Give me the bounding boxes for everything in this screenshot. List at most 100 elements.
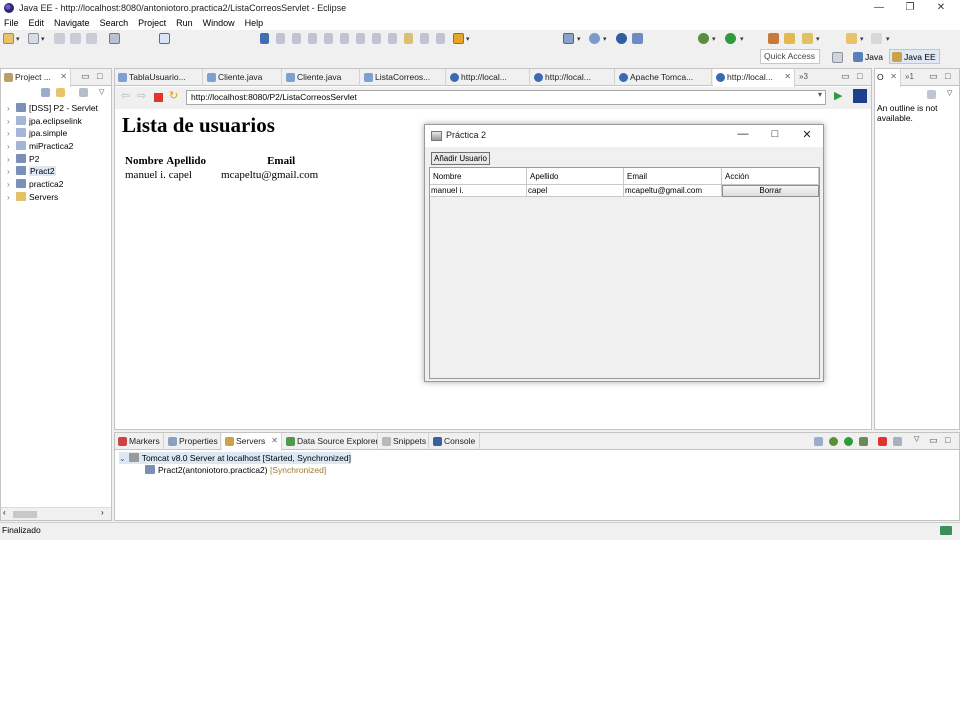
close-icon[interactable]: ✕ xyxy=(784,69,791,85)
view-menu-icon[interactable]: ▽ xyxy=(99,88,104,96)
profile-server-icon[interactable] xyxy=(859,437,868,446)
browser-back-icon[interactable]: ⇦ xyxy=(121,89,130,102)
tab-outline[interactable]: O ✕ xyxy=(875,69,901,87)
jtable-header-nombre[interactable]: Nombre xyxy=(430,168,527,185)
debug-dropdown-icon[interactable]: ▾ xyxy=(712,35,716,43)
tree-item-jpa-simple[interactable]: › jpa.simple xyxy=(7,127,67,139)
start-debug-server-icon[interactable] xyxy=(829,437,838,446)
restore-button[interactable]: ❐ xyxy=(895,0,925,16)
view-menu-icon[interactable]: ▽ xyxy=(947,89,952,97)
tree-item-pract2[interactable]: › Pract2 xyxy=(7,165,56,177)
step-into-icon[interactable] xyxy=(340,33,349,44)
chevron-right-icon[interactable]: › xyxy=(7,166,16,178)
tab-properties[interactable]: Properties xyxy=(165,433,221,450)
jtable-header-email[interactable]: Email xyxy=(624,168,722,185)
suspend-icon[interactable] xyxy=(292,33,301,44)
close-window-button[interactable]: ✕ xyxy=(926,0,956,16)
perspective-java-ee[interactable]: Java EE xyxy=(889,49,940,64)
forward-dropdown-icon[interactable]: ▾ xyxy=(886,35,890,43)
resume-icon[interactable] xyxy=(276,33,285,44)
terminate-icon[interactable] xyxy=(308,33,317,44)
maximize-view-icon[interactable]: □ xyxy=(945,69,950,84)
collapse-all-icon[interactable] xyxy=(814,437,823,446)
tab-cliente-java-1[interactable]: Cliente.java xyxy=(204,69,282,86)
class-dropdown-icon[interactable]: ▾ xyxy=(603,35,607,43)
chevron-down-icon[interactable]: ⌄ xyxy=(119,454,126,463)
outline-filter-icon[interactable] xyxy=(927,90,936,99)
menu-navigate[interactable]: Navigate xyxy=(54,18,90,28)
start-server-icon[interactable] xyxy=(844,437,853,446)
jtable-cell-email[interactable]: mcapeltu@gmail.com xyxy=(624,185,722,197)
save-all-icon[interactable] xyxy=(70,33,81,44)
maximize-view-icon[interactable]: □ xyxy=(945,433,950,448)
maximize-view-icon[interactable]: □ xyxy=(857,69,862,84)
open-external-browser-icon[interactable] xyxy=(853,89,867,103)
dialog-maximize-button[interactable]: □ xyxy=(765,128,785,140)
jtable-cell-apellido[interactable]: capel xyxy=(527,185,624,197)
server-module-row[interactable]: Pract2(antoniotoro.practica2) [Synchroni… xyxy=(145,464,326,476)
back-icon[interactable] xyxy=(846,33,857,44)
chevron-right-icon[interactable]: › xyxy=(7,103,16,115)
open-web-browser-icon[interactable] xyxy=(616,33,627,44)
search-icon[interactable] xyxy=(632,33,643,44)
new-dropdown-icon[interactable]: ▾ xyxy=(16,35,20,43)
save-icon[interactable] xyxy=(54,33,65,44)
open-folder-icon[interactable] xyxy=(784,33,795,44)
tab-browser-1[interactable]: http://local... xyxy=(447,69,530,86)
tab-tablausuario[interactable]: TablaUsuario... xyxy=(115,69,203,86)
dialog-minimize-button[interactable]: — xyxy=(733,128,753,140)
minimize-view-icon[interactable]: ▭ xyxy=(81,69,90,84)
stop-icon[interactable] xyxy=(154,93,163,102)
tab-servers[interactable]: Servers ✕ xyxy=(222,433,282,451)
tab-browser-active[interactable]: http://local... ✕ xyxy=(713,69,795,87)
close-icon[interactable]: ✕ xyxy=(890,69,897,85)
tab-browser-2[interactable]: http://local... xyxy=(531,69,615,86)
menu-file[interactable]: File xyxy=(4,18,19,28)
quick-access-input[interactable]: Quick Access xyxy=(760,49,820,64)
scroll-left-icon[interactable]: ‹ xyxy=(3,508,6,517)
chevron-right-icon[interactable]: › xyxy=(7,179,16,191)
tab-project-explorer[interactable]: Project ... ✕ xyxy=(1,69,71,87)
tree-item-dss-p2-servlet[interactable]: › [DSS] P2 - Servlet xyxy=(7,102,98,114)
minimize-view-icon[interactable]: ▭ xyxy=(841,69,850,84)
menu-search[interactable]: Search xyxy=(100,18,129,28)
debug-icon[interactable] xyxy=(698,33,709,44)
tab-console[interactable]: Console xyxy=(430,433,480,450)
disconnect-icon[interactable] xyxy=(324,33,333,44)
link-with-editor-icon[interactable] xyxy=(56,88,65,97)
package-icon[interactable] xyxy=(453,33,464,44)
publish-icon[interactable] xyxy=(893,437,902,446)
menu-help[interactable]: Help xyxy=(245,18,264,28)
perspective-java[interactable]: Java xyxy=(850,49,887,64)
minimize-view-icon[interactable]: ▭ xyxy=(929,433,938,448)
close-icon[interactable]: ✕ xyxy=(60,69,67,85)
package-dropdown-icon[interactable]: ▾ xyxy=(466,35,470,43)
jtable-header-accion[interactable]: Acción xyxy=(722,168,819,185)
open-icon[interactable] xyxy=(28,33,39,44)
chevron-right-icon[interactable]: › xyxy=(7,128,16,140)
open-dropdown-icon[interactable]: ▾ xyxy=(41,35,45,43)
chevron-right-icon[interactable]: › xyxy=(7,141,16,153)
tree-item-jpa-eclipselink[interactable]: › jpa.eclipselink xyxy=(7,115,82,127)
close-icon[interactable]: ✕ xyxy=(271,433,278,449)
tab-cliente-java-2[interactable]: Cliente.java xyxy=(283,69,360,86)
dialog-close-button[interactable]: ✕ xyxy=(797,128,817,141)
go-icon[interactable]: ▶ xyxy=(834,89,842,102)
server-tomcat-row[interactable]: ⌄ Tomcat v8.0 Server at localhost [Starte… xyxy=(119,452,351,464)
chevron-right-icon[interactable]: › xyxy=(7,192,16,204)
step-over-icon[interactable] xyxy=(356,33,365,44)
horizontal-scrollbar[interactable]: ‹ › xyxy=(1,507,111,520)
tab-data-source-explorer[interactable]: Data Source Explorer xyxy=(283,433,378,450)
view-menu-icon[interactable]: ▽ xyxy=(914,435,919,443)
run-dropdown-icon[interactable]: ▾ xyxy=(740,35,744,43)
link-icon[interactable] xyxy=(420,33,429,44)
use-step-filters-icon[interactable] xyxy=(404,33,413,44)
open-perspective-icon[interactable] xyxy=(832,52,843,63)
filter-icon[interactable] xyxy=(79,88,88,97)
refresh-icon[interactable]: ↻ xyxy=(169,89,178,102)
new-java-class-icon[interactable] xyxy=(589,33,600,44)
tree-item-servers[interactable]: › Servers xyxy=(7,191,58,203)
menu-project[interactable]: Project xyxy=(138,18,166,28)
print-icon[interactable] xyxy=(86,33,97,44)
more-views-button[interactable]: »1 xyxy=(905,69,914,84)
